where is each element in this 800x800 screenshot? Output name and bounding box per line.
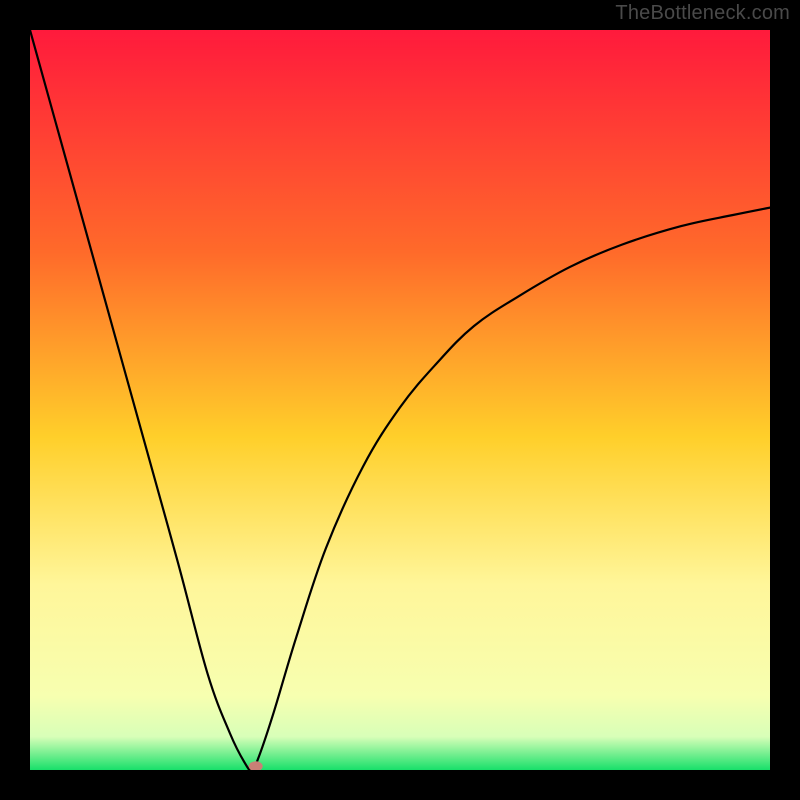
plot-area bbox=[30, 30, 770, 770]
chart-svg bbox=[30, 30, 770, 770]
chart-frame: TheBottleneck.com bbox=[0, 0, 800, 800]
watermark-text: TheBottleneck.com bbox=[615, 2, 790, 25]
chart-background bbox=[30, 30, 770, 770]
